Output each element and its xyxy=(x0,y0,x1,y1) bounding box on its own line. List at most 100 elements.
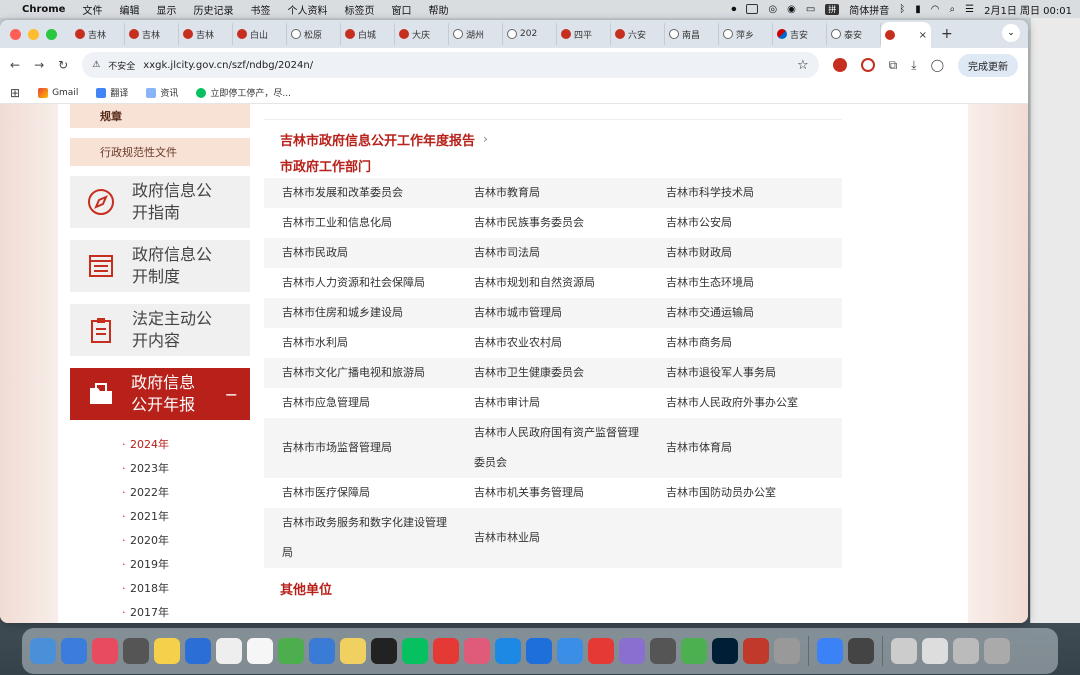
extension-icon[interactable] xyxy=(832,58,847,72)
battery-icon[interactable]: ▮ xyxy=(915,4,921,15)
tab-12[interactable]: 萍乡 xyxy=(719,23,773,45)
department-link[interactable]: 吉林市水利局 xyxy=(264,328,456,358)
department-link[interactable]: 吉林市规划和自然资源局 xyxy=(456,268,648,298)
sidebar-card-content[interactable]: 法定主动公开内容 xyxy=(70,304,250,356)
wechat-icon[interactable]: ◉ xyxy=(787,4,796,15)
bookmark-wechat[interactable]: 立即停工停产，尽... xyxy=(196,86,291,99)
dock-app-icon[interactable] xyxy=(309,638,335,664)
bed-icon[interactable]: ▭ xyxy=(806,4,815,15)
department-link[interactable]: 吉林市科学技术局 xyxy=(648,178,840,208)
department-link[interactable]: 吉林市发展和改革委员会 xyxy=(264,178,456,208)
menu-edit[interactable]: 编辑 xyxy=(119,2,139,17)
sidebar-item-rules[interactable]: 规章 xyxy=(70,104,250,128)
department-link[interactable]: 吉林市农业农村局 xyxy=(456,328,648,358)
tab-8[interactable]: 202 xyxy=(503,23,557,45)
dock-app-icon[interactable] xyxy=(247,638,273,664)
tab-10[interactable]: 六安 xyxy=(611,23,665,45)
dock-app-icon[interactable] xyxy=(848,638,874,664)
dock-app-icon[interactable] xyxy=(953,638,979,664)
apps-grid-icon[interactable]: ⊞ xyxy=(10,86,20,100)
dock-app-icon[interactable] xyxy=(922,638,948,664)
department-link[interactable]: 吉林市城市管理局 xyxy=(456,298,648,328)
bookmark-translate[interactable]: 翻译 xyxy=(96,86,128,99)
wifi-icon[interactable]: ◠ xyxy=(931,4,940,15)
year-link[interactable]: 2022年 xyxy=(122,480,250,504)
department-link[interactable]: 吉林市民政局 xyxy=(264,238,456,268)
department-link[interactable]: 吉林市审计局 xyxy=(456,388,648,418)
dock-app-icon[interactable] xyxy=(712,638,738,664)
dock-app-icon[interactable] xyxy=(154,638,180,664)
menu-help[interactable]: 帮助 xyxy=(428,2,448,17)
tab-3[interactable]: 白山 xyxy=(233,23,287,45)
dock-app-icon[interactable] xyxy=(743,638,769,664)
extensions-puzzle-icon[interactable]: ⧉ xyxy=(889,58,898,73)
tab-0[interactable]: 吉林 xyxy=(71,23,125,45)
year-link[interactable]: 2019年 xyxy=(122,552,250,576)
close-window-button[interactable] xyxy=(10,28,21,40)
search-icon[interactable]: ⌕ xyxy=(950,4,956,15)
department-link[interactable]: 吉林市教育局 xyxy=(456,178,648,208)
dock-app-icon[interactable] xyxy=(402,638,428,664)
dock-app-icon[interactable] xyxy=(588,638,614,664)
tab-active[interactable]: × xyxy=(881,22,931,48)
department-link[interactable]: 吉林市人民政府国有资产监督管理委员会 xyxy=(456,418,648,478)
download-icon[interactable]: ⤓ xyxy=(911,58,916,73)
menu-bookmarks[interactable]: 书签 xyxy=(250,2,270,17)
menu-window[interactable]: 窗口 xyxy=(391,2,411,17)
department-link[interactable]: 吉林市文化广播电视和旅游局 xyxy=(264,358,456,388)
reload-icon[interactable]: ↻ xyxy=(58,58,68,72)
dock-app-icon[interactable] xyxy=(557,638,583,664)
dock-app-icon[interactable] xyxy=(681,638,707,664)
url-text[interactable]: xxgk.jlcity.gov.cn/szf/ndbg/2024n/ xyxy=(143,60,313,71)
department-link[interactable]: 吉林市体育局 xyxy=(648,418,840,478)
tab-2[interactable]: 吉林 xyxy=(179,23,233,45)
extension-2-icon[interactable] xyxy=(860,58,875,72)
department-link[interactable]: 吉林市商务局 xyxy=(648,328,840,358)
minimize-window-button[interactable] xyxy=(28,28,39,40)
control-center-icon[interactable]: ☰ xyxy=(965,4,974,15)
department-link[interactable]: 吉林市生态环境局 xyxy=(648,268,840,298)
year-link[interactable]: 2017年 xyxy=(122,600,250,623)
department-link[interactable]: 吉林市公安局 xyxy=(648,208,840,238)
bluetooth-icon[interactable]: ᛒ xyxy=(899,4,905,15)
update-button[interactable]: 完成更新 xyxy=(958,53,1018,77)
sidebar-card-annual-report[interactable]: 政府信息公开年报 − xyxy=(70,368,250,420)
report-title-link[interactable]: 吉林市政府信息公开工作年度报告 › xyxy=(264,126,842,152)
dock-app-icon[interactable] xyxy=(185,638,211,664)
tab-1[interactable]: 吉林 xyxy=(125,23,179,45)
back-icon[interactable]: ← xyxy=(10,58,20,72)
tab-7[interactable]: 湖州 xyxy=(449,23,503,45)
input-method-badge[interactable]: 拼 xyxy=(825,3,840,15)
dock-app-icon[interactable] xyxy=(650,638,676,664)
bookmark-gmail[interactable]: Gmail xyxy=(38,87,78,98)
department-link[interactable]: 吉林市财政局 xyxy=(648,238,840,268)
dock-app-icon[interactable] xyxy=(278,638,304,664)
menu-app-name[interactable]: Chrome xyxy=(22,4,65,15)
year-link[interactable]: 2018年 xyxy=(122,576,250,600)
department-link[interactable]: 吉林市国防动员办公室 xyxy=(648,478,840,508)
tab-4[interactable]: 松原 xyxy=(287,23,341,45)
department-link[interactable]: 吉林市医疗保障局 xyxy=(264,478,456,508)
dock-app-icon[interactable] xyxy=(30,638,56,664)
record-icon[interactable]: ⏺ xyxy=(731,4,736,15)
department-link[interactable]: 吉林市人力资源和社会保障局 xyxy=(264,268,456,298)
department-link[interactable]: 吉林市机关事务管理局 xyxy=(456,478,648,508)
dock-app-icon[interactable] xyxy=(984,638,1010,664)
wps-icon[interactable] xyxy=(746,4,759,14)
tab-13[interactable]: 吉安 xyxy=(773,23,827,45)
dock-app-icon[interactable] xyxy=(371,638,397,664)
dock-app-icon[interactable] xyxy=(92,638,118,664)
insecure-label[interactable]: 不安全 xyxy=(108,59,135,72)
tab-11[interactable]: 南昌 xyxy=(665,23,719,45)
department-link[interactable]: 吉林市应急管理局 xyxy=(264,388,456,418)
input-method-label[interactable]: 简体拼音 xyxy=(849,2,889,17)
sidebar-card-guide[interactable]: 政府信息公开指南 xyxy=(70,176,250,228)
sync-icon[interactable]: ◎ xyxy=(768,4,777,15)
menu-file[interactable]: 文件 xyxy=(82,2,102,17)
tab-search-button[interactable]: ⌄ xyxy=(1002,24,1020,42)
dock-app-icon[interactable] xyxy=(216,638,242,664)
year-link[interactable]: 2023年 xyxy=(122,456,250,480)
close-tab-icon[interactable]: × xyxy=(919,30,927,41)
dock-app-icon[interactable] xyxy=(817,638,843,664)
department-link[interactable]: 吉林市卫生健康委员会 xyxy=(456,358,648,388)
